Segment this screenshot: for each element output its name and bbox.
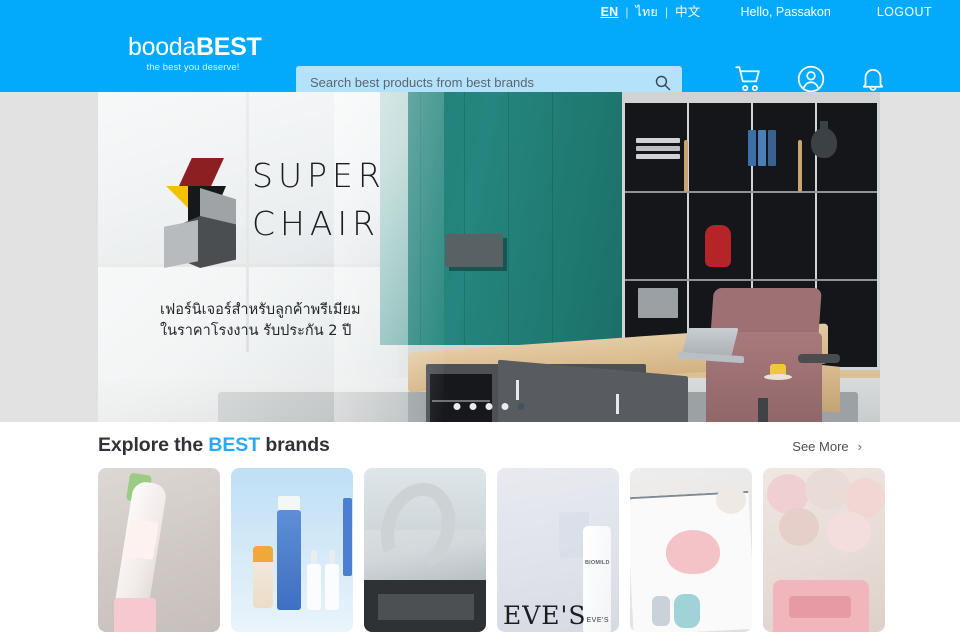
flower-5 [827,512,871,552]
credenza-handle-2 [616,394,619,414]
pouch-flap [789,596,851,618]
red-decor-object [705,225,731,267]
logo-wordmark: boodaBEST [128,33,262,61]
cart-icon[interactable] [734,64,764,94]
baby-toy-gray [652,596,670,626]
flower-2 [805,468,851,510]
shelf-binder-3 [768,130,776,166]
brand-card-flower-pouch[interactable] [763,468,885,632]
eves-small-mark: EVE'S [586,617,609,624]
shelf-book-3 [636,154,680,159]
shelf-binder-2 [758,130,766,166]
carousel-dot-3[interactable] [485,403,493,410]
eves-wordmark: EVE'S [503,601,587,630]
cup-saucer [764,374,792,380]
language-separator-2: | [664,5,669,19]
carousel-dots [453,403,525,410]
search-input[interactable] [296,74,642,90]
logout-link[interactable]: LOGOUT [877,6,932,19]
cabinet-handle-1 [798,140,802,192]
header-icon-group [734,64,888,94]
shelf-items-lower [638,288,678,318]
hero-title-block: SUPER CHAIR [252,152,386,248]
brands-section: Explore the BEST brands See More › BIOMI… [0,422,960,632]
blue-pen-product [343,498,352,576]
shelf-book-2 [636,146,680,151]
brand-card-blue-cosmetics[interactable] [231,468,353,632]
hero-title-row: SUPER CHAIR [160,152,428,278]
desk-panel [378,594,474,620]
brand-card-baby-bedding[interactable] [630,468,752,632]
shelf-book-1 [636,138,680,143]
hero-title-line-1: SUPER [252,156,386,195]
baby-toy-teal [674,594,700,628]
wall-seam-2 [464,92,465,345]
brands-header: Explore the BEST brands See More › [98,434,862,457]
dropper-bottle-1 [307,564,321,610]
chevron-right-icon: › [857,439,862,454]
logo-text-light: booda [128,33,197,61]
brand-card-office-stairs[interactable] [364,468,486,632]
credenza-handle-1 [516,380,519,400]
wall-seam-4 [552,92,553,345]
brand-carousel: BIOMILD EVE'S EVE'S [98,468,885,632]
language-option-thai[interactable]: ไทย [636,6,658,19]
carousel-dot-1[interactable] [453,403,461,410]
account-icon[interactable] [796,64,826,94]
language-option-chinese[interactable]: 中文 [675,6,700,19]
language-option-en[interactable]: EN [601,6,619,19]
brands-title-highlight: BEST [208,434,261,456]
super-chair-logo-icon [160,158,242,278]
hero-banner[interactable]: SUPER CHAIR เฟอร์นิเจอร์สำหรับลูกค้าพรีเ… [98,92,880,422]
brands-section-title: Explore the BEST brands [98,434,330,457]
user-greeting: Hello, Passakon [740,4,831,19]
hero-subtitle-line-1: เฟอร์นิเจอร์สำหรับลูกค้าพรีเมียม [160,302,361,318]
carousel-dot-2[interactable] [469,403,477,410]
bottle-label [125,518,159,560]
biomild-tube-label: BIOMILD [585,560,610,566]
site-logo[interactable]: boodaBEST the best you deserve! [128,33,262,73]
logo-tagline: the best you deserve! [146,62,240,73]
language-separator-1: | [625,5,629,19]
main-header: boodaBEST the best you deserve! [0,24,960,98]
brand-card-ha-ru-spray[interactable] [98,468,220,632]
dropper-bottle-2 [325,564,339,610]
shelf-binder-1 [748,130,756,166]
hero-poster-content: SUPER CHAIR เฟอร์นิเจอร์สำหรับลูกค้าพรีเ… [160,152,428,342]
cabinet-handle-2 [684,140,688,192]
notification-bell-icon[interactable] [858,64,888,94]
sunscreen-top [253,546,273,562]
brands-title-after: brands [260,434,330,456]
brand-card-eves-biomild[interactable]: BIOMILD EVE'S EVE'S [497,468,619,632]
shelf-row-1 [625,191,877,193]
pink-card [114,598,156,632]
language-switcher: EN | ไทย | 中文 [601,6,701,19]
page-root: EN | ไทย | 中文 Hello, Passakon LOGOUT boo… [0,0,960,632]
carousel-dot-4[interactable] [501,403,509,410]
brands-title-before: Explore the [98,434,209,456]
office-chair-base [758,398,768,422]
top-utility-bar: EN | ไทย | 中文 Hello, Passakon LOGOUT [0,0,960,24]
hero-subtitle-line-2: ในราคาโรงงาน รับประกัน 2 ปี [160,323,352,339]
decorative-vase [811,121,837,158]
logo-facet-red [178,158,224,188]
flower-4 [779,508,819,546]
see-more-link[interactable]: See More › [792,439,862,454]
wall-seam-3 [508,92,509,345]
hero-title-line-2: CHAIR [252,204,381,243]
blue-essence-bottle [277,510,301,610]
shelf-row-2 [625,279,877,281]
baby-pillow [666,530,720,574]
plush-toy [716,486,746,514]
carousel-dot-5[interactable] [517,403,525,410]
logo-text-bold: BEST [196,33,262,61]
see-more-label: See More [792,439,849,454]
search-icon [655,75,670,90]
wall-mounted-box [445,234,503,267]
office-chair-arm [798,354,840,363]
logo-facet-gray [164,220,198,268]
